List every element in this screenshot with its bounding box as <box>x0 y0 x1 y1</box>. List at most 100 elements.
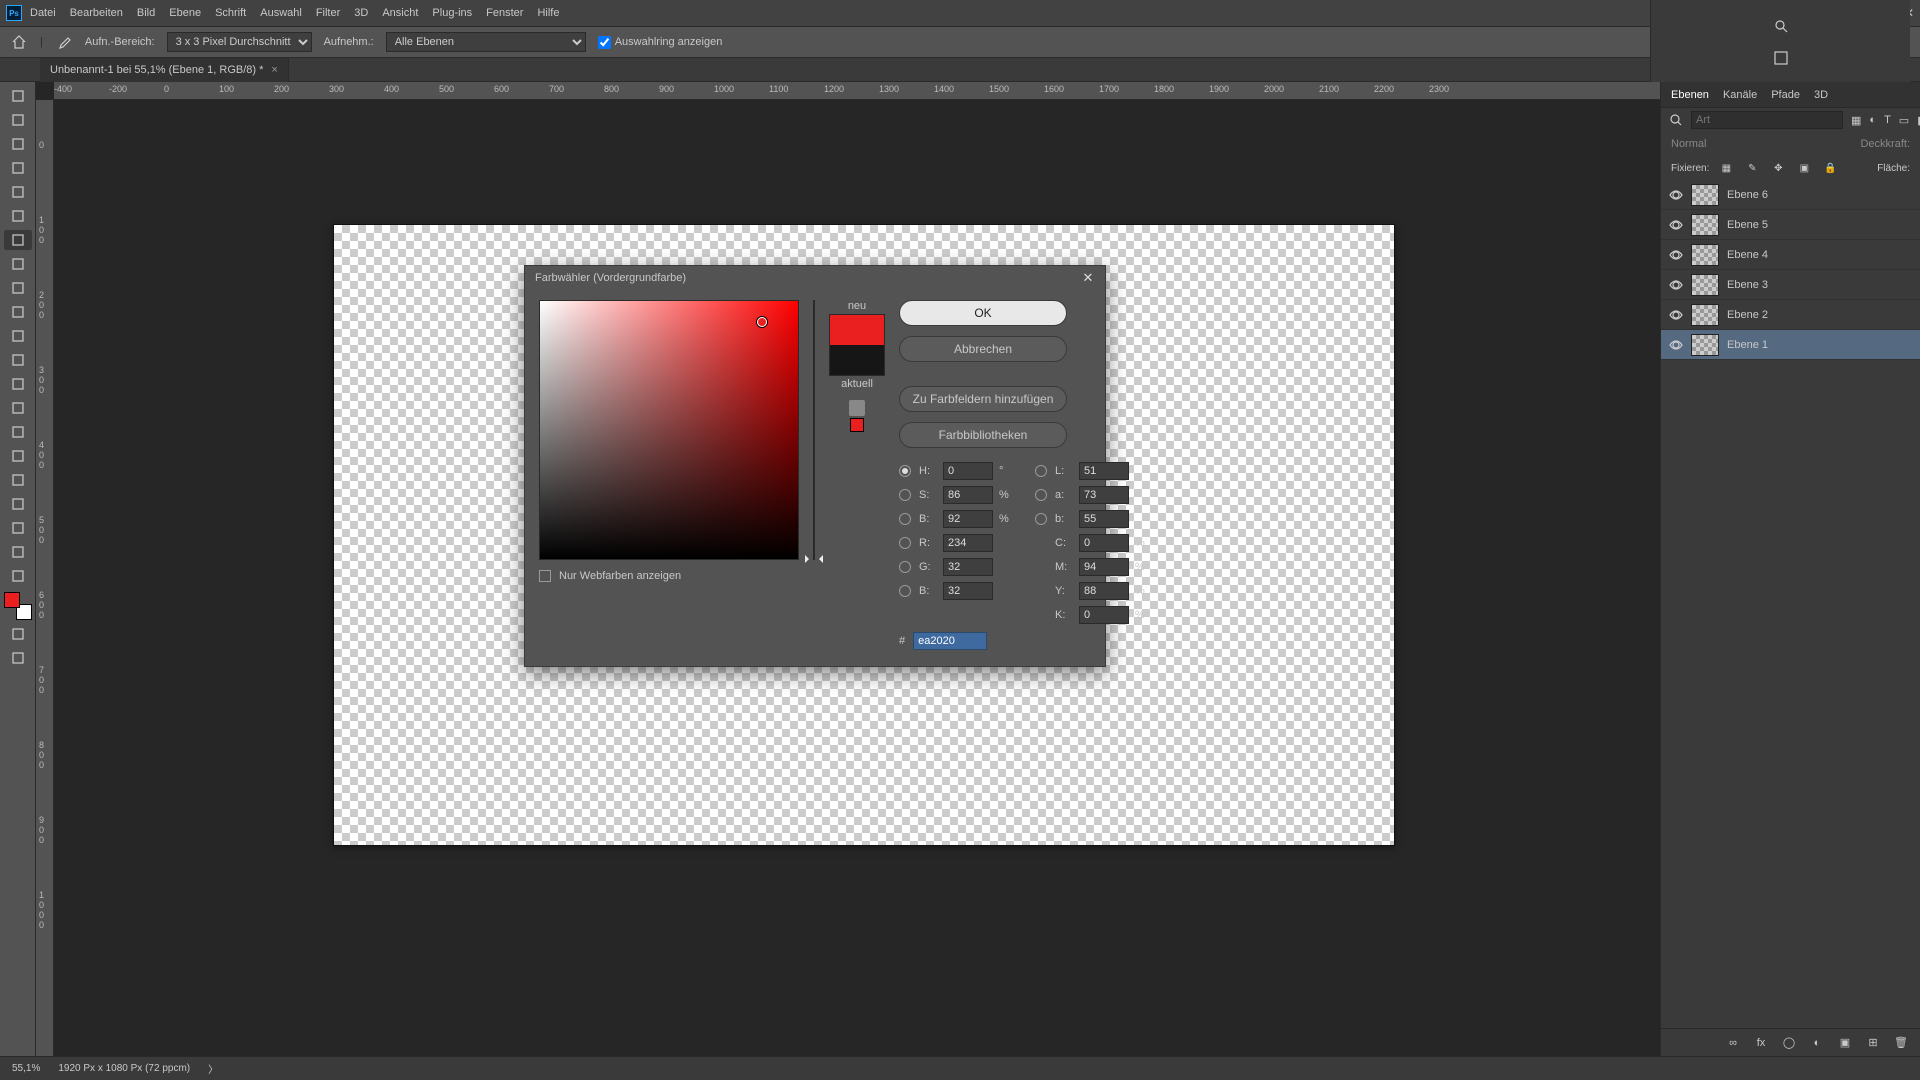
link-icon[interactable]: ∞ <box>1724 1034 1742 1052</box>
layer-row[interactable]: Ebene 6 <box>1661 180 1920 210</box>
marquee-tool[interactable] <box>4 110 32 130</box>
zoom-level[interactable]: 55,1% <box>12 1063 40 1074</box>
heal-tool[interactable] <box>4 254 32 274</box>
fx-icon[interactable]: fx <box>1752 1034 1770 1052</box>
visibility-icon[interactable] <box>1669 338 1683 352</box>
home-icon[interactable] <box>10 33 28 51</box>
input-G[interactable] <box>943 558 993 576</box>
panel-tab-ebenen[interactable]: Ebenen <box>1671 89 1709 101</box>
sample-size-select[interactable]: 3 x 3 Pixel Durchschnitt <box>167 32 312 52</box>
menu-schrift[interactable]: Schrift <box>215 7 246 19</box>
menu-hilfe[interactable]: Hilfe <box>537 7 559 19</box>
input-Bv[interactable] <box>943 510 993 528</box>
eyedropper-tool[interactable] <box>4 230 32 250</box>
lock-all-icon[interactable]: 🔒 <box>1821 159 1839 177</box>
visibility-icon[interactable] <box>1669 188 1683 202</box>
blend-mode[interactable]: Normal <box>1671 138 1706 150</box>
input-Y[interactable] <box>1079 582 1129 600</box>
hand-tool[interactable] <box>4 542 32 562</box>
radio-Bv[interactable] <box>899 513 911 525</box>
visibility-icon[interactable] <box>1669 278 1683 292</box>
input-H[interactable] <box>943 462 993 480</box>
filter-type-icon[interactable]: T <box>1884 111 1891 129</box>
blur-tool[interactable] <box>4 398 32 418</box>
menu-3d[interactable]: 3D <box>354 7 368 19</box>
foreground-background-colors[interactable] <box>4 592 32 620</box>
panel-tab-3d[interactable]: 3D <box>1814 89 1828 101</box>
crop-tool[interactable] <box>4 182 32 202</box>
screen-mode[interactable] <box>4 648 32 668</box>
close-tab-icon[interactable]: × <box>271 64 277 76</box>
ok-button[interactable]: OK <box>899 300 1067 326</box>
menu-plug-ins[interactable]: Plug-ins <box>432 7 472 19</box>
dialog-close-icon[interactable]: ✕ <box>1081 271 1095 285</box>
hex-input[interactable] <box>913 632 987 650</box>
dodge-tool[interactable] <box>4 422 32 442</box>
pen-tool[interactable] <box>4 446 32 466</box>
add-to-swatches-button[interactable]: Zu Farbfeldern hinzufügen <box>899 386 1067 412</box>
filter-adjust-icon[interactable]: ◐ <box>1869 111 1876 129</box>
gamut-warning-icon[interactable] <box>849 400 865 416</box>
input-S[interactable] <box>943 486 993 504</box>
radio-H[interactable] <box>899 465 911 477</box>
checkbox-icon[interactable] <box>539 570 551 582</box>
eraser-tool[interactable] <box>4 350 32 370</box>
panel-tab-kanäle[interactable]: Kanäle <box>1723 89 1757 101</box>
cancel-button[interactable]: Abbrechen <box>899 336 1067 362</box>
layer-row[interactable]: Ebene 3 <box>1661 270 1920 300</box>
websafe-swatch[interactable] <box>850 418 864 432</box>
menu-bild[interactable]: Bild <box>137 7 155 19</box>
group-icon[interactable]: ▣ <box>1836 1034 1854 1052</box>
type-tool[interactable] <box>4 470 32 490</box>
menu-filter[interactable]: Filter <box>316 7 340 19</box>
path-tool[interactable] <box>4 494 32 514</box>
visibility-icon[interactable] <box>1669 218 1683 232</box>
input-Bc[interactable] <box>943 582 993 600</box>
menu-ansicht[interactable]: Ansicht <box>382 7 418 19</box>
frame-tool[interactable] <box>4 206 32 226</box>
saturation-brightness-field[interactable] <box>539 300 799 560</box>
radio-G[interactable] <box>899 561 911 573</box>
brush-tool[interactable] <box>4 278 32 298</box>
lock-pixels-icon[interactable]: ✎ <box>1743 159 1761 177</box>
visibility-icon[interactable] <box>1669 248 1683 262</box>
radio-R[interactable] <box>899 537 911 549</box>
layer-filter-input[interactable] <box>1691 111 1843 129</box>
adjustment-icon[interactable]: ◐ <box>1808 1034 1826 1052</box>
input-C[interactable] <box>1079 534 1129 552</box>
chevron-right-icon[interactable]: 〉 <box>208 1061 218 1076</box>
dialog-titlebar[interactable]: Farbwähler (Vordergrundfarbe) ✕ <box>525 266 1105 290</box>
search-icon[interactable] <box>1669 111 1683 129</box>
lasso-tool[interactable] <box>4 134 32 154</box>
layer-row[interactable]: Ebene 2 <box>1661 300 1920 330</box>
input-K[interactable] <box>1079 606 1129 624</box>
gradient-tool[interactable] <box>4 374 32 394</box>
layer-row[interactable]: Ebene 5 <box>1661 210 1920 240</box>
sb-cursor[interactable] <box>757 317 767 327</box>
show-ring-checkbox[interactable]: Auswahlring anzeigen <box>598 36 723 49</box>
stamp-tool[interactable] <box>4 302 32 322</box>
menu-bearbeiten[interactable]: Bearbeiten <box>70 7 123 19</box>
menu-datei[interactable]: Datei <box>30 7 56 19</box>
edit-mode[interactable] <box>4 624 32 644</box>
workspace-icon[interactable] <box>1772 49 1790 67</box>
trash-icon[interactable]: 🗑 <box>1892 1034 1910 1052</box>
lock-transparent-icon[interactable]: ▦ <box>1717 159 1735 177</box>
zoom-tool[interactable] <box>4 566 32 586</box>
web-colors-only[interactable]: Nur Webfarben anzeigen <box>539 570 799 582</box>
menu-fenster[interactable]: Fenster <box>486 7 523 19</box>
mask-icon[interactable]: ◯ <box>1780 1034 1798 1052</box>
input-b[interactable] <box>1079 510 1129 528</box>
sample-layers-select[interactable]: Alle Ebenen <box>386 32 586 52</box>
search-icon[interactable] <box>1772 17 1790 35</box>
lock-artboard-icon[interactable]: ▣ <box>1795 159 1813 177</box>
input-M[interactable] <box>1079 558 1129 576</box>
wand-tool[interactable] <box>4 158 32 178</box>
panel-tab-pfade[interactable]: Pfade <box>1771 89 1800 101</box>
move-tool[interactable] <box>4 86 32 106</box>
eyedropper-icon[interactable] <box>55 33 73 51</box>
new-layer-icon[interactable]: ⊞ <box>1864 1034 1882 1052</box>
workspace[interactable]: Farbwähler (Vordergrundfarbe) ✕ Nur Webf… <box>54 100 1660 1056</box>
hue-slider[interactable] <box>813 300 815 560</box>
layer-row[interactable]: Ebene 4 <box>1661 240 1920 270</box>
